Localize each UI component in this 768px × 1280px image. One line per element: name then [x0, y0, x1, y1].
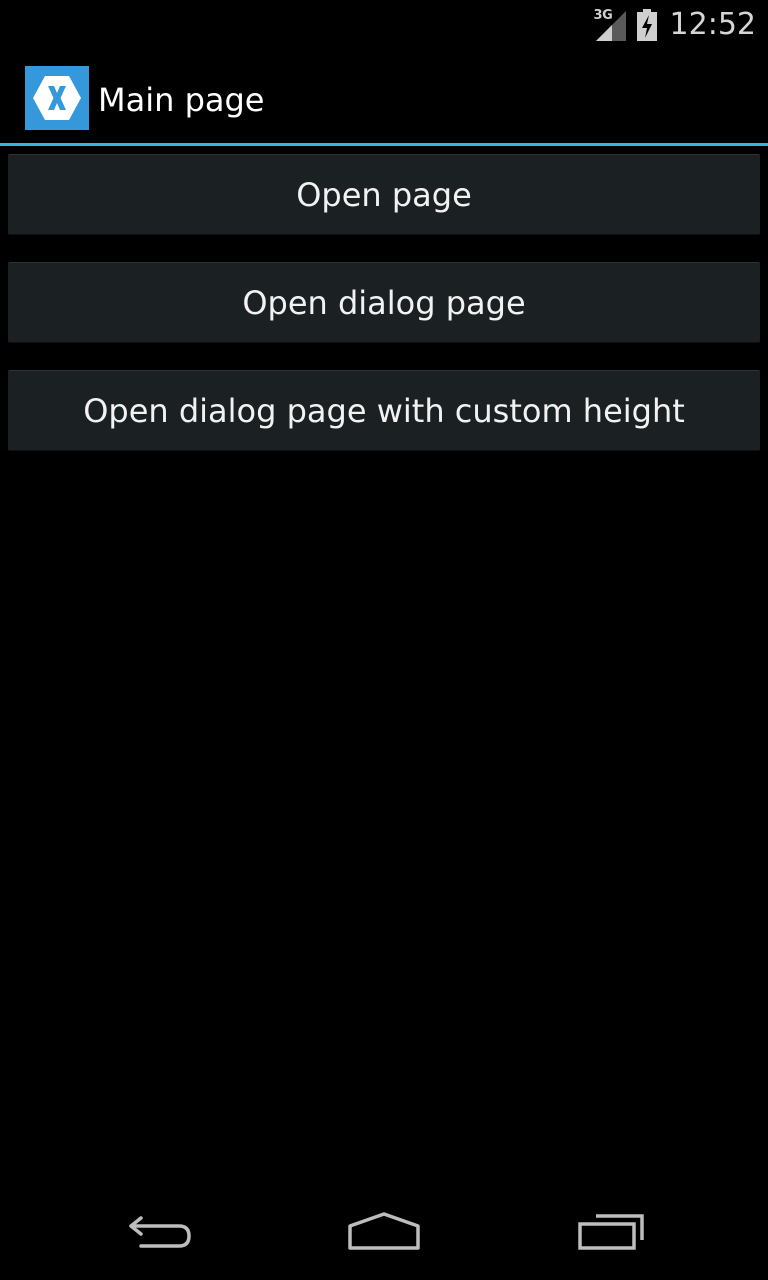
open-dialog-page-custom-height-button[interactable]: Open dialog page with custom height	[8, 370, 760, 451]
action-bar: Main page	[0, 50, 768, 143]
status-bar: 3G 12:52	[0, 0, 768, 50]
xamarin-logo-icon[interactable]	[25, 66, 89, 130]
open-page-button[interactable]: Open page	[8, 154, 760, 235]
button-list: Open page Open dialog page Open dialog p…	[8, 154, 760, 478]
back-icon[interactable]	[115, 1202, 205, 1262]
navigation-bar	[0, 1184, 768, 1280]
signal-icon: 3G	[593, 8, 630, 41]
recent-apps-icon[interactable]	[565, 1202, 655, 1262]
home-icon[interactable]	[339, 1202, 429, 1262]
page-title: Main page	[98, 81, 265, 119]
battery-icon	[636, 9, 658, 41]
open-dialog-page-button[interactable]: Open dialog page	[8, 262, 760, 343]
status-clock: 12:52	[669, 7, 756, 42]
status-icons: 3G 12:52	[594, 0, 756, 50]
action-bar-divider	[0, 143, 768, 146]
network-type-label: 3G	[593, 8, 613, 23]
